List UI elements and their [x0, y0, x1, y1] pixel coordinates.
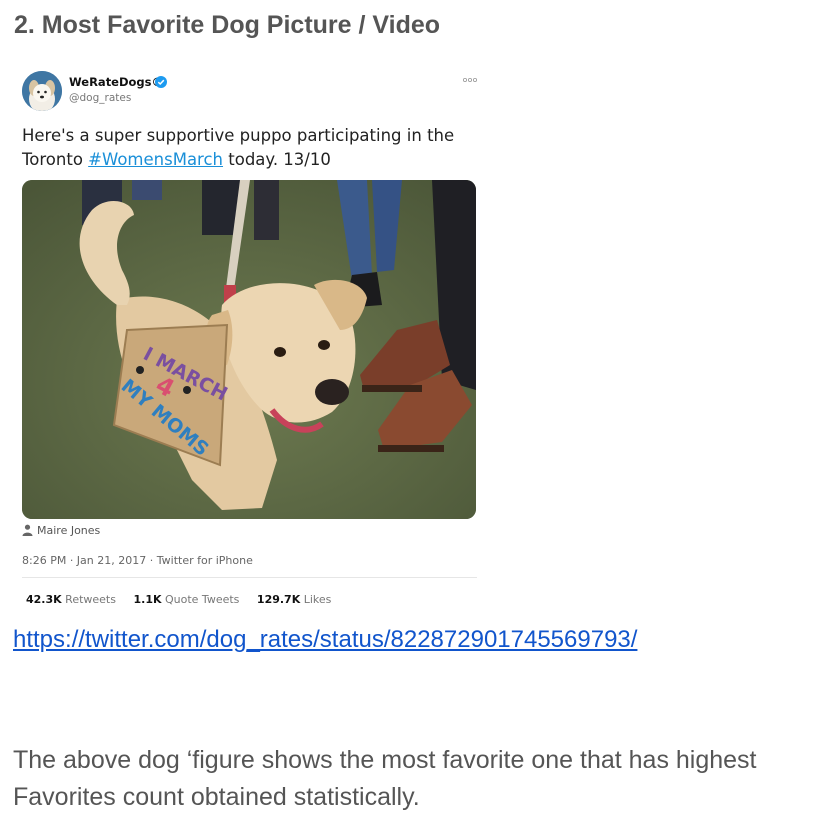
tweet-photo[interactable]: I MARCH 4 MY MOMS — [22, 180, 476, 519]
tweet-text-end: today. 13/10 — [223, 150, 331, 169]
likes-label: Likes — [303, 593, 332, 606]
quote-tweets-count: 1.1K — [133, 593, 162, 606]
tweet-text: Here's a super supportive puppo particip… — [22, 124, 477, 172]
embedded-tweet: WeRateDogs® @dog_rates Here's a super su… — [22, 67, 477, 615]
avatar[interactable] — [22, 71, 62, 111]
section-heading: 2. Most Favorite Dog Picture / Video — [14, 11, 441, 39]
photo-credit-name: Maire Jones — [37, 524, 101, 537]
quote-tweets-stat[interactable]: 1.1K Quote Tweets — [133, 593, 239, 606]
retweets-count: 42.3K — [26, 593, 62, 606]
retweets-label: Retweets — [65, 593, 116, 606]
likes-count: 129.7K — [256, 593, 301, 606]
tweet-url-link[interactable]: https://twitter.com/dog_rates/status/822… — [13, 626, 637, 654]
retweets-stat[interactable]: 42.3K Retweets — [26, 593, 116, 606]
verified-badge-icon — [155, 76, 167, 88]
more-options-icon[interactable] — [462, 77, 478, 83]
likes-stat[interactable]: 129.7K Likes — [257, 593, 332, 606]
photo-credit[interactable]: Maire Jones — [22, 524, 100, 540]
tweet-timestamp[interactable]: 8:26 PM · Jan 21, 2017 · Twitter for iPh… — [22, 554, 253, 567]
divider — [22, 577, 477, 578]
caption-text: The above dog ‘figure shows the most fav… — [13, 746, 757, 811]
tweet-stats: 42.3K Retweets 1.1K Quote Tweets 129.7K … — [26, 593, 345, 606]
user-handle[interactable]: @dog_rates — [69, 92, 131, 104]
person-icon — [22, 524, 33, 536]
quote-tweets-label: Quote Tweets — [165, 593, 240, 606]
user-name[interactable]: WeRateDogs® — [69, 75, 163, 89]
hashtag-link[interactable]: #WomensMarch — [88, 150, 223, 169]
